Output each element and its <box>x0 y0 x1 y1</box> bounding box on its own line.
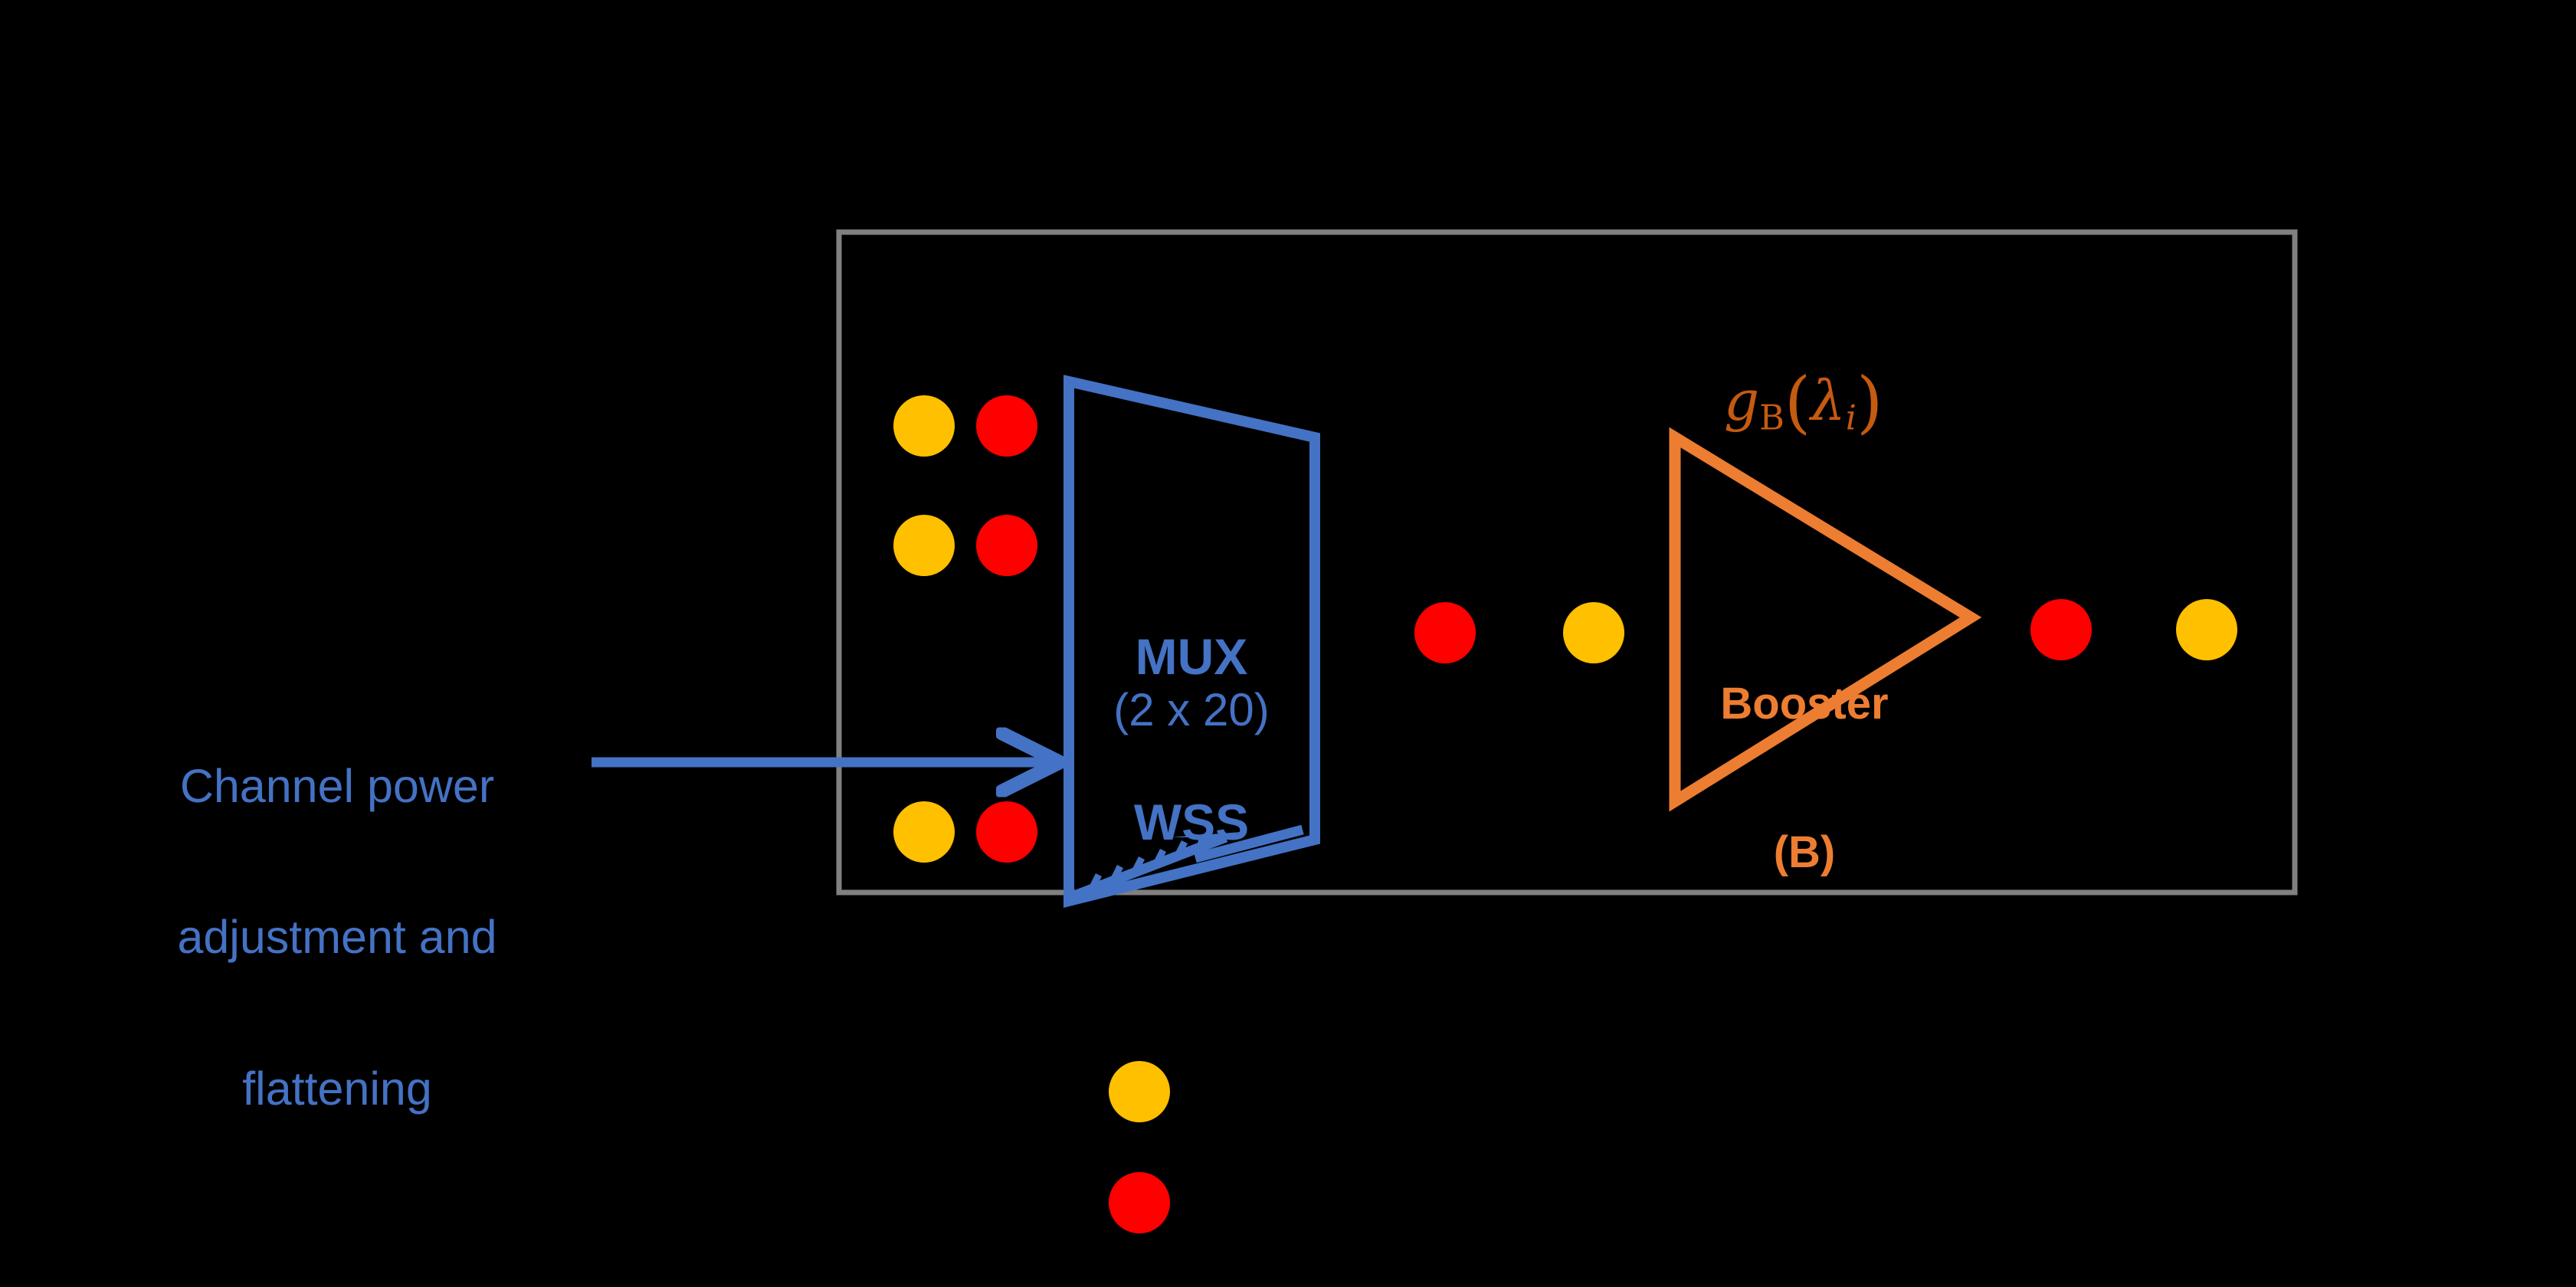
input-dot-yellow-row2 <box>893 515 955 576</box>
booster-title-line-2: (B) <box>1773 827 1836 877</box>
input-dot-red-row3 <box>976 801 1037 863</box>
mux-block-title: MUX WSS <box>1084 519 1299 960</box>
legend-dot-yellow <box>1109 1061 1170 1122</box>
gain-paren-close: ) <box>1857 362 1883 441</box>
output-dot-red <box>2030 599 2092 660</box>
annotation-line-1: Channel power <box>179 759 495 812</box>
input-dot-yellow-row3 <box>893 801 955 863</box>
diagram-canvas: Channel power adjustment and flattening … <box>0 0 2576 1287</box>
gain-symbol-lambda: λ <box>1811 368 1846 433</box>
input-channel-dots <box>893 395 1037 863</box>
gain-symbol-g: g <box>1724 368 1760 433</box>
midspan-channel-dots <box>1414 602 1624 663</box>
input-dot-red-row1 <box>976 395 1037 457</box>
midspan-dot-red <box>1414 602 1476 663</box>
legend-dot-red <box>1109 1172 1170 1233</box>
midspan-dot-yellow <box>1563 602 1624 663</box>
annotation-line-3: flattening <box>242 1063 432 1115</box>
input-dot-yellow-row1 <box>893 395 955 457</box>
gain-paren-open: ( <box>1784 362 1811 441</box>
annotation-line-2: adjustment and <box>177 911 497 964</box>
mux-title-line-1: MUX <box>1135 627 1248 685</box>
mux-title-line-2: WSS <box>1133 793 1250 850</box>
transmitter-node-boundary <box>836 229 2298 896</box>
input-dot-red-row2 <box>976 515 1037 576</box>
legend-channel-dots <box>1109 1061 1170 1233</box>
channel-power-annotation-label: Channel power adjustment and flattening <box>100 660 575 1216</box>
booster-title-line-1: Booster <box>1720 679 1889 729</box>
mux-port-count-label: (2 x 20) <box>1113 684 1270 735</box>
booster-block-title: Booster (B) <box>1689 582 1919 975</box>
output-dot-yellow <box>2176 599 2237 660</box>
output-channel-dots <box>2030 599 2237 660</box>
booster-gain-formula-label: gB(λi) <box>1724 365 1883 439</box>
gain-subscript-i: i <box>1845 398 1857 438</box>
gain-subscript-B: B <box>1759 398 1785 438</box>
